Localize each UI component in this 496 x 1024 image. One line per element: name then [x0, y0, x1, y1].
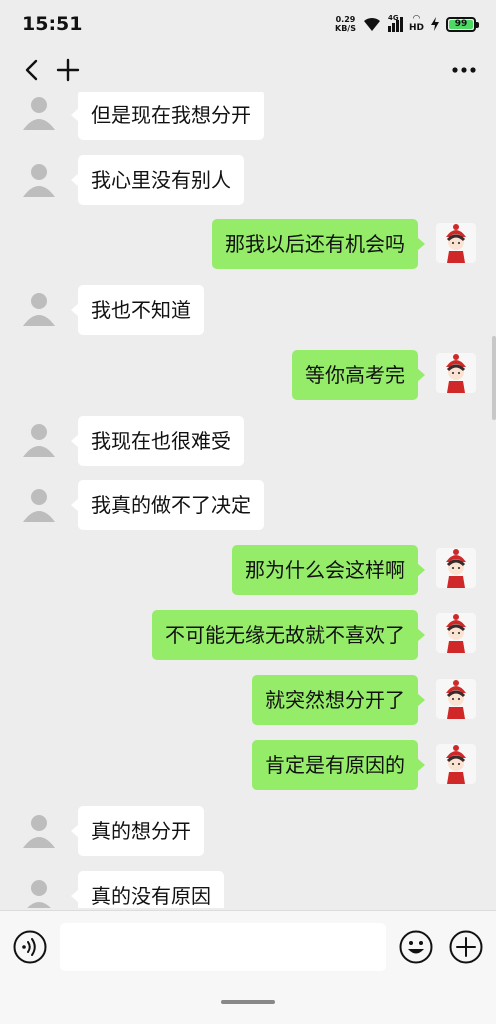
cartoon-girl-avatar-icon	[446, 614, 466, 653]
chat-area[interactable]: 但是现在我想分开 我心里没有别人 那我以后还有机会吗 我也不知道 等你高考完 我…	[0, 92, 496, 908]
default-avatar-icon	[23, 815, 55, 848]
wifi-icon	[363, 17, 380, 31]
message-bubble[interactable]: 肯定是有原因的	[252, 740, 425, 790]
contact-avatar[interactable]	[19, 810, 59, 850]
default-avatar-icon	[23, 489, 55, 522]
message-bubble[interactable]: 但是现在我想分开	[71, 92, 264, 140]
more-dots-icon	[452, 67, 476, 73]
status-icons: 0.29 KB/S 4G ◠ HD 99	[335, 13, 479, 33]
message-bubble[interactable]: 真的想分开	[71, 806, 204, 856]
message-bubble[interactable]: 我心里没有别人	[71, 155, 244, 205]
back-button[interactable]	[14, 52, 50, 88]
contact-avatar[interactable]	[19, 288, 59, 328]
message-bubble[interactable]: 就突然想分开了	[252, 675, 425, 725]
self-avatar[interactable]	[436, 353, 476, 393]
cartoon-girl-avatar-icon	[446, 549, 466, 588]
input-bar	[0, 910, 496, 1024]
cartoon-girl-avatar-icon	[446, 224, 466, 263]
plus-icon	[56, 58, 80, 82]
voice-icon	[13, 930, 47, 964]
self-avatar[interactable]	[436, 679, 476, 719]
battery-icon: 99	[446, 16, 479, 32]
battery-level: 99	[449, 19, 473, 29]
self-avatar[interactable]	[436, 613, 476, 653]
home-indicator[interactable]	[221, 1000, 275, 1004]
cartoon-girl-avatar-icon	[446, 354, 466, 393]
network-speed-unit: KB/S	[335, 24, 356, 33]
hd-badge: ◠ HD	[408, 13, 424, 33]
charging-icon	[431, 17, 439, 31]
network-speed-value: 0.29	[335, 15, 356, 24]
network-speed: 0.29 KB/S	[335, 15, 356, 33]
self-avatar[interactable]	[436, 223, 476, 263]
cartoon-girl-avatar-icon	[446, 680, 466, 719]
message-bubble[interactable]: 那我以后还有机会吗	[212, 219, 425, 269]
add-button[interactable]	[50, 52, 86, 88]
hd-label: HD	[408, 22, 424, 33]
status-time: 15:51	[22, 13, 83, 35]
default-avatar-icon	[23, 424, 55, 457]
status-bar: 15:51 0.29 KB/S 4G ◠ HD 99	[0, 0, 496, 48]
cartoon-girl-avatar-icon	[446, 745, 466, 784]
contact-avatar[interactable]	[19, 484, 59, 524]
plus-circle-icon	[449, 930, 483, 964]
default-avatar-icon	[23, 97, 55, 130]
default-avatar-icon	[23, 164, 55, 197]
nav-bar	[0, 48, 496, 92]
message-input[interactable]	[60, 923, 386, 971]
signal-label: 4G	[387, 13, 399, 22]
more-button[interactable]	[446, 52, 482, 88]
scrollbar[interactable]	[492, 336, 496, 420]
default-avatar-icon	[27, 880, 51, 908]
emoji-icon	[399, 930, 433, 964]
message-bubble[interactable]: 真的没有原因	[71, 871, 224, 908]
default-avatar-icon	[23, 293, 55, 326]
contact-avatar[interactable]	[19, 875, 59, 908]
signal-icon: 4G	[387, 13, 403, 32]
message-bubble[interactable]: 那为什么会这样啊	[232, 545, 425, 595]
message-bubble[interactable]: 不可能无缘无故就不喜欢了	[152, 610, 425, 660]
more-functions-button[interactable]	[448, 929, 484, 965]
message-bubble[interactable]: 等你高考完	[292, 350, 425, 400]
message-bubble[interactable]: 我也不知道	[71, 285, 204, 335]
contact-avatar[interactable]	[19, 419, 59, 459]
emoji-button[interactable]	[398, 929, 434, 965]
contact-avatar[interactable]	[19, 159, 59, 199]
self-avatar[interactable]	[436, 548, 476, 588]
message-bubble[interactable]: 我真的做不了决定	[71, 480, 264, 530]
contact-avatar[interactable]	[19, 92, 59, 132]
message-bubble[interactable]: 我现在也很难受	[71, 416, 244, 466]
self-avatar[interactable]	[436, 744, 476, 784]
voice-button[interactable]	[12, 929, 48, 965]
chevron-left-icon	[25, 59, 38, 81]
